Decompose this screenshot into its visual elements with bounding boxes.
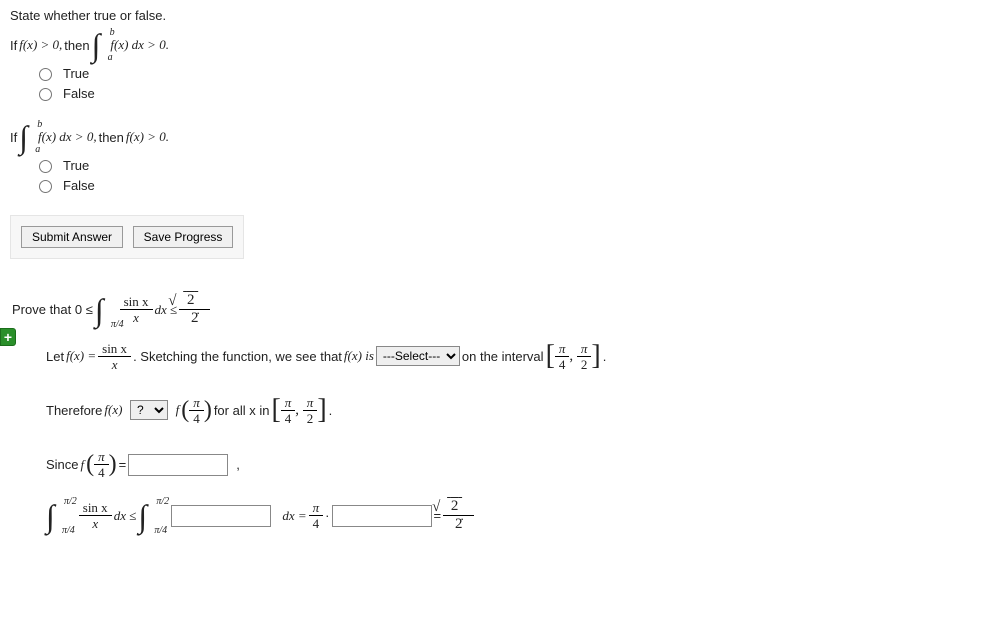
q1a-radio-true[interactable] [39, 68, 52, 81]
q2-dot: · [325, 508, 329, 523]
q2-sinx-over-x: sin x x [120, 295, 153, 324]
q1b-label-true[interactable]: True [63, 158, 89, 173]
q2-therefore: Therefore [46, 403, 102, 418]
q2-eq: = [119, 457, 127, 472]
q2-sinx-over-x-2: sin x x [79, 501, 112, 530]
button-row: Submit Answer Save Progress [10, 215, 244, 259]
q2-int2-lb: π/4 [62, 525, 75, 536]
q2-f: f [176, 402, 180, 418]
q2-int3-lb: π/4 [154, 525, 167, 536]
q2-int1-pi2n: π [577, 342, 592, 357]
q1b-int-lb: a [35, 144, 40, 155]
q2-int1-pi4d: 4 [555, 357, 570, 371]
q2-pi4frac: π 4 [309, 501, 324, 530]
q2-interval1: π4 , π2 [546, 340, 601, 372]
q1b-int-ub: b [37, 119, 42, 130]
save-progress-button[interactable]: Save Progress [133, 226, 234, 248]
q1a-integral: ∫ b a [92, 29, 101, 61]
q2-half-den: 2 [179, 310, 210, 326]
q2-x-den: x [120, 310, 153, 324]
q1a-pre: If [10, 38, 17, 53]
q2-sketch: . Sketching the function, we see that [133, 349, 342, 364]
submit-answer-button[interactable]: Submit Answer [21, 226, 123, 248]
q2-int2-ub: π/2 [64, 496, 77, 507]
q2-period4: . [460, 508, 464, 523]
q2-sx2n: sin x [79, 501, 112, 516]
q2-f2: f [81, 457, 85, 473]
q2-fxis: f(x) is [344, 348, 374, 364]
q2-half-den2: 2 [443, 516, 474, 532]
q2-int3: ∫ π/2 π/4 [138, 500, 147, 532]
q2-let-num: sin x [98, 342, 131, 357]
q2-fx2: f(x) [104, 402, 122, 418]
q2-prove-pre: Prove that 0 ≤ [12, 302, 93, 317]
q1a-int-ub: b [110, 27, 115, 38]
q2-int2-pi4d: 4 [281, 411, 296, 425]
q1b-radio-true[interactable] [39, 160, 52, 173]
q2-int3-ub: π/2 [156, 496, 169, 507]
q2-forall: for all x in [214, 403, 270, 418]
q1a-radio-false[interactable] [39, 88, 52, 101]
q2-comma: , [236, 457, 240, 472]
q2-interval2: π4 , π2 [271, 394, 326, 426]
q2-pi4-1d: 4 [189, 411, 204, 425]
q2-let-pre: Let [46, 349, 64, 364]
q2-since: Since [46, 457, 79, 472]
q2-pi4-2: π4 [86, 450, 117, 479]
q1a-int-lb: a [108, 52, 113, 63]
q2-sqrt2-over-2: 2 √ 2 [179, 293, 210, 326]
q2-pi4-1n: π [189, 396, 204, 411]
q2-pi4fn: π [309, 501, 324, 516]
q2-dxle2: dx ≤ [114, 508, 137, 524]
q2-let-frac: sin x x [98, 342, 131, 371]
q2-let-fx: f(x) = [66, 348, 96, 364]
q1a-post: f(x) dx > 0. [110, 37, 169, 53]
q2-period2: . [603, 349, 607, 364]
q2-int2-pi2d: 2 [303, 411, 318, 425]
q2-period: . [196, 302, 200, 317]
q2-answer-fpi4[interactable] [128, 454, 228, 476]
q1b-radio-false[interactable] [39, 180, 52, 193]
q2-dxeq: dx = [282, 508, 306, 524]
q1b-label-false[interactable]: False [63, 178, 95, 193]
q2-int1-lb: π/4 [111, 319, 124, 330]
q1a-cond: f(x) > 0, [19, 37, 62, 53]
q1a-then: then [64, 38, 89, 53]
q2-int2-pi4n: π [281, 396, 296, 411]
q1b-pre: If [10, 130, 17, 145]
q1b-post: f(x) > 0. [126, 129, 169, 145]
q2-sx2d: x [79, 516, 112, 530]
q2-let-den: x [98, 357, 131, 371]
q2-int1-pi4n: π [555, 342, 570, 357]
q2-select-compare[interactable]: ? [130, 400, 168, 420]
q1a-label-false[interactable]: False [63, 86, 95, 101]
q2-pi4-2n: π [94, 450, 109, 465]
q2-pi4-1: π4 [181, 396, 212, 425]
q2-int2: ∫ π/2 π/4 [46, 500, 55, 532]
q2-int1-pi2d: 2 [577, 357, 592, 371]
q2-sqrt-arg2: 2 [451, 498, 459, 514]
feedback-tab[interactable]: + [0, 328, 16, 346]
q2-int2-pi2n: π [303, 396, 318, 411]
q2-sqrt-arg: 2 [187, 292, 195, 308]
q1-prompt: State whether true or false. [10, 8, 998, 23]
q2-select-behavior[interactable]: ---Select--- [376, 346, 460, 366]
q2-answer-integrand[interactable] [171, 505, 271, 527]
q1b-integral: ∫ b a [19, 121, 28, 153]
q2-sqrt2-over-2-b: 2 √ 2 [443, 499, 474, 532]
q1a-label-true[interactable]: True [63, 66, 89, 81]
q2-on-interval: on the interval [462, 349, 544, 364]
q2-sinx-num: sin x [120, 295, 153, 310]
q2-period3: . [329, 403, 333, 418]
q1b-then: then [99, 130, 124, 145]
q2-int1: ∫ π/4 [95, 294, 104, 326]
q1b-cond: f(x) dx > 0, [38, 129, 97, 145]
q2-answer-factor[interactable] [332, 505, 432, 527]
q2-pi4fd: 4 [309, 516, 324, 530]
q2-pi4-2d: 4 [94, 465, 109, 479]
